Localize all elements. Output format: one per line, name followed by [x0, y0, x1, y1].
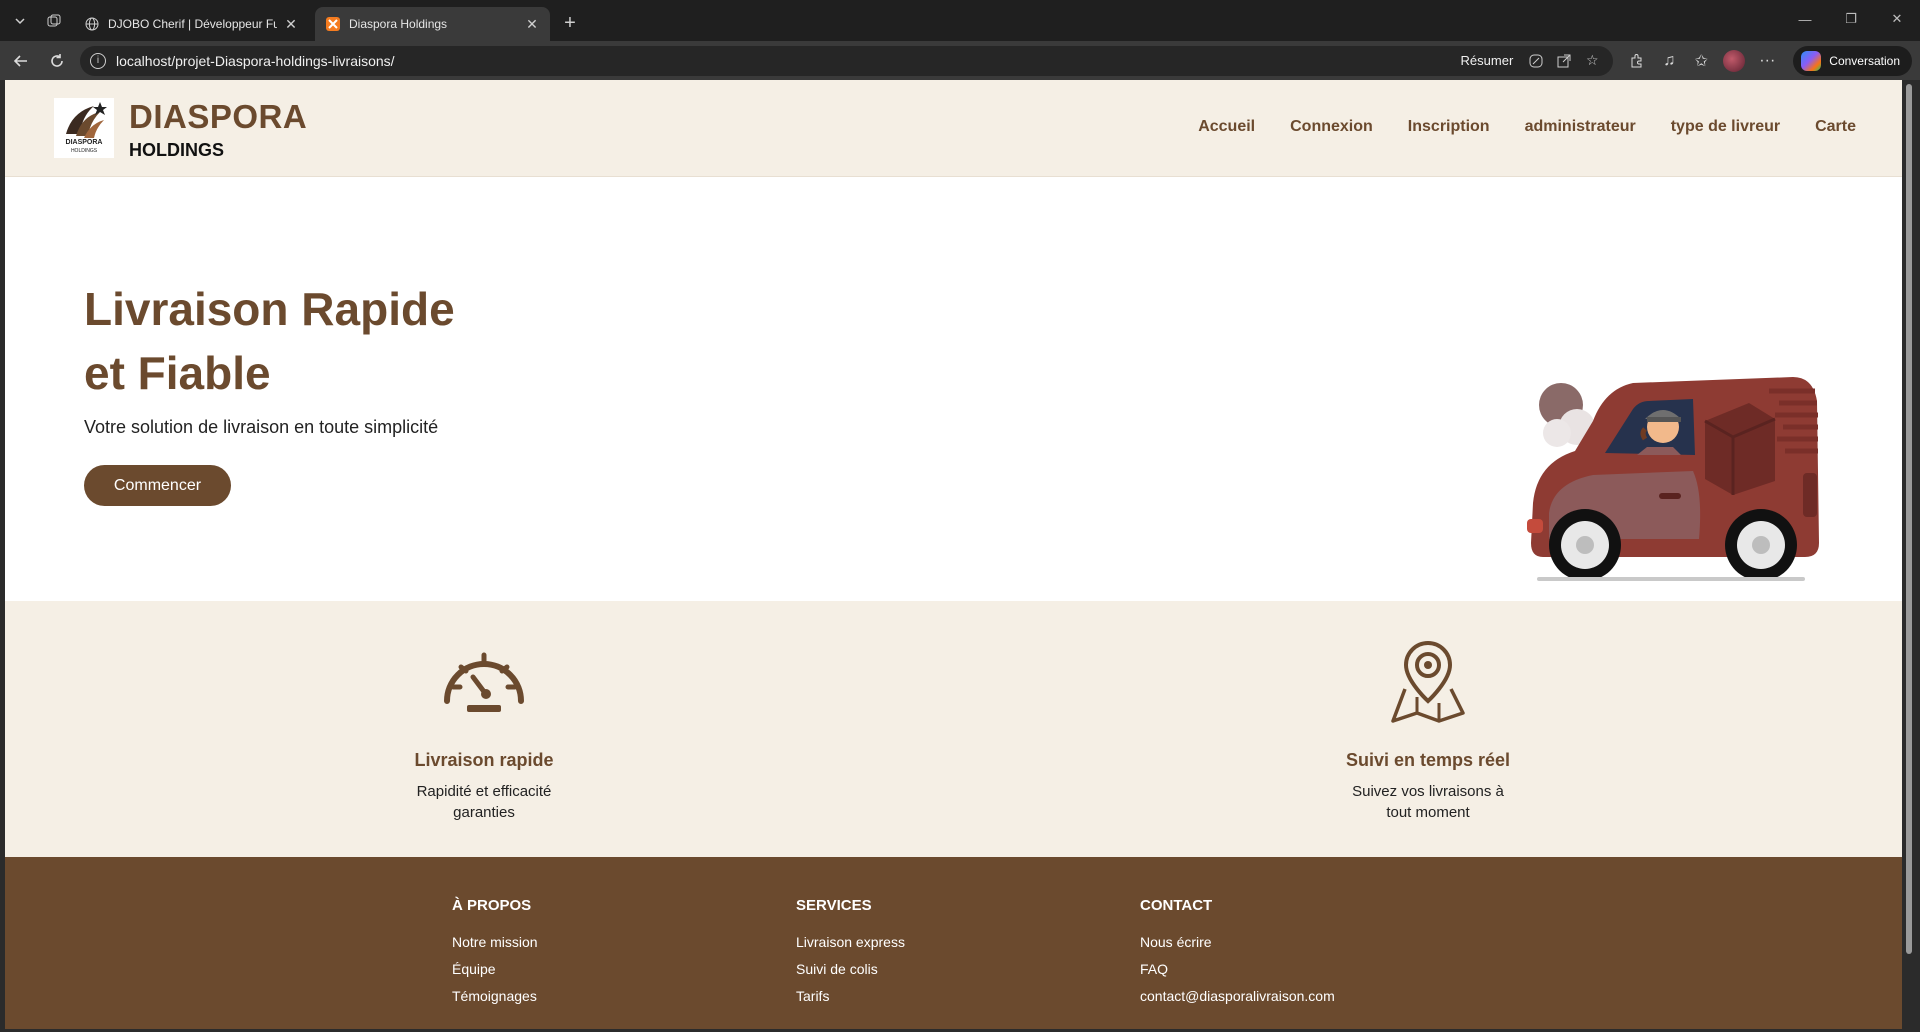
footer-link[interactable]: Livraison express — [796, 934, 905, 950]
browser-tab-bar: DJOBO Cherif | Développeur Full S ✕ Dias… — [0, 0, 1920, 41]
window-controls: — ❐ ✕ — [1782, 0, 1920, 41]
feature-description: Suivez vos livraisons à tout moment — [1352, 783, 1504, 821]
media-icon[interactable]: ♫ — [1653, 46, 1685, 76]
resume-button[interactable]: Résumer — [1461, 53, 1514, 68]
feature-description: Rapidité et efficacité garanties — [416, 783, 552, 821]
close-tab-icon[interactable]: ✕ — [283, 16, 299, 33]
logo-caption: DIASPORA HOLDINGS — [65, 139, 103, 154]
footer-link[interactable]: Tarifs — [796, 988, 905, 1004]
nav-accueil[interactable]: Accueil — [1198, 118, 1255, 136]
tab-djobo[interactable]: DJOBO Cherif | Développeur Full S ✕ — [74, 7, 309, 41]
hero-section: Livraison Rapide et Fiable Votre solutio… — [5, 177, 1902, 601]
site-footer: À PROPOS Notre mission Équipe Témoignage… — [5, 857, 1902, 1029]
footer-link[interactable]: Suivi de colis — [796, 961, 905, 977]
globe-icon — [84, 16, 100, 32]
footer-heading: À PROPOS — [452, 897, 532, 914]
hero-subtitle: Votre solution de livraison en toute sim… — [84, 417, 439, 437]
browser-address-bar: i localhost/projet-Diaspora-holdings-liv… — [0, 41, 1920, 80]
page-scrollbar[interactable] — [1902, 80, 1916, 1029]
brand-subtitle: HOLDINGS — [129, 140, 225, 160]
site-header: DIASPORA HOLDINGS DIASPORA HOLDINGS Accu… — [5, 80, 1902, 177]
footer-heading: SERVICES — [796, 897, 872, 914]
feature-title: Livraison rapide — [414, 750, 554, 770]
features-section: Livraison rapide Rapidité et efficacité … — [5, 601, 1902, 857]
map-pin-icon — [1391, 640, 1465, 723]
footer-heading: CONTACT — [1140, 897, 1213, 914]
more-options-icon[interactable]: ··· — [1751, 46, 1783, 76]
tab-title: Diaspora Holdings — [349, 17, 448, 31]
tab-list-icon[interactable] — [6, 7, 34, 35]
refresh-icon[interactable] — [42, 46, 72, 76]
avatar[interactable] — [1723, 49, 1746, 72]
close-window-icon[interactable]: ✕ — [1874, 0, 1920, 38]
brand-title: DIASPORA — [129, 98, 308, 135]
logo[interactable]: DIASPORA HOLDINGS — [54, 98, 114, 158]
start-button[interactable]: Commencer — [84, 465, 231, 506]
footer-link[interactable]: Notre mission — [452, 934, 538, 950]
extensions-icon[interactable] — [1621, 46, 1653, 76]
feature-real-time-tracking: Suivi en temps réel Suivez vos livraison… — [1288, 601, 1568, 823]
xampp-icon — [325, 16, 341, 32]
logo-bird-icon — [66, 102, 107, 138]
footer-link[interactable]: FAQ — [1140, 961, 1335, 977]
open-in-app-icon[interactable] — [1553, 50, 1575, 72]
feature-title: Suivi en temps réel — [1345, 750, 1511, 770]
nav-connexion[interactable]: Connexion — [1290, 118, 1373, 136]
workspaces-icon[interactable] — [40, 7, 68, 35]
feature-fast-delivery: Livraison rapide Rapidité et efficacité … — [344, 601, 624, 823]
back-icon[interactable] — [6, 46, 36, 76]
url-field[interactable]: i localhost/projet-Diaspora-holdings-liv… — [80, 45, 1614, 76]
footer-email-link[interactable]: contact@diasporalivraison.com — [1140, 988, 1335, 1004]
page-viewport: DIASPORA HOLDINGS DIASPORA HOLDINGS Accu… — [5, 80, 1902, 1029]
footer-link[interactable]: Témoignages — [452, 988, 538, 1004]
scrollbar-thumb[interactable] — [1906, 84, 1912, 954]
footer-link[interactable]: Nous écrire — [1140, 934, 1335, 950]
close-tab-icon[interactable]: ✕ — [524, 16, 540, 33]
url-text: localhost/projet-Diaspora-holdings-livra… — [116, 52, 395, 69]
restore-icon[interactable]: ❐ — [1828, 0, 1874, 38]
favorite-star-icon[interactable]: ☆ — [1581, 50, 1603, 72]
tab-diaspora[interactable]: Diaspora Holdings ✕ — [315, 7, 550, 41]
nav-type-de-livreur[interactable]: type de livreur — [1671, 118, 1780, 136]
footer-column-services: SERVICES Livraison express Suivi de coli… — [796, 897, 905, 1015]
favorites-icon[interactable]: ✩ — [1685, 46, 1717, 76]
delivery-van-illustration — [1527, 377, 1819, 581]
site-info-icon[interactable]: i — [90, 52, 106, 69]
footer-column-contact: CONTACT Nous écrire FAQ contact@diaspora… — [1140, 897, 1335, 1015]
footer-column-about: À PROPOS Notre mission Équipe Témoignage… — [452, 897, 538, 1015]
hero-title: Livraison Rapide et Fiable — [84, 283, 455, 399]
nav-carte[interactable]: Carte — [1815, 118, 1856, 136]
speedometer-icon — [444, 652, 524, 712]
main-nav: Accueil Connexion Inscription administra… — [1163, 118, 1856, 136]
nav-inscription[interactable]: Inscription — [1408, 118, 1490, 136]
conversation-button[interactable]: Conversation — [1793, 45, 1912, 76]
tab-title: DJOBO Cherif | Développeur Full S — [108, 17, 277, 31]
minimize-icon[interactable]: — — [1782, 0, 1828, 38]
footer-link[interactable]: Équipe — [452, 961, 538, 977]
nav-administrateur[interactable]: administrateur — [1525, 118, 1636, 136]
summarize-icon[interactable] — [1525, 50, 1547, 72]
new-tab-icon[interactable]: + — [556, 9, 584, 37]
conversation-label: Conversation — [1829, 53, 1900, 68]
copilot-icon — [1801, 50, 1822, 71]
